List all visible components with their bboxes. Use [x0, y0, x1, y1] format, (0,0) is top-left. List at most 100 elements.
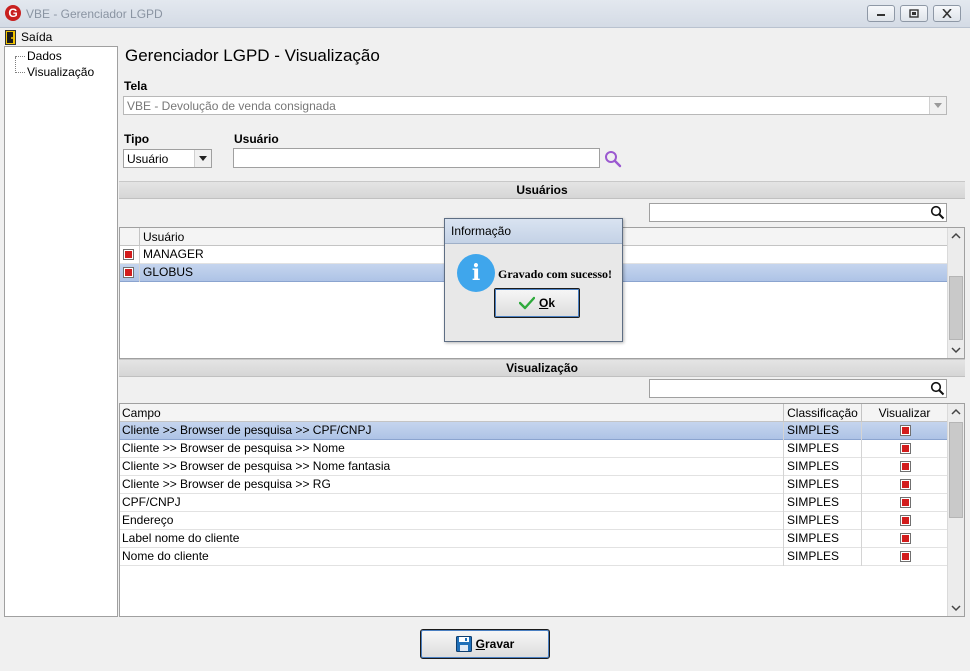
users-section-header: Usuários: [119, 181, 965, 199]
visualizar-cell: [862, 548, 948, 566]
usuario-label: Usuário: [234, 132, 279, 146]
window-title: VBE - Gerenciador LGPD: [26, 7, 163, 21]
campo-cell: Cliente >> Browser de pesquisa >> RG: [120, 476, 784, 494]
floppy-disk-icon: [455, 636, 472, 652]
exit-door-icon: [5, 29, 16, 45]
menu-exit[interactable]: Saída: [5, 28, 52, 46]
row-check-cell: [120, 246, 140, 264]
table-row[interactable]: Endereço SIMPLES: [120, 512, 948, 530]
visualizar-checkbox[interactable]: [900, 497, 911, 508]
ok-button[interactable]: Ok: [494, 288, 580, 318]
search-icon[interactable]: [930, 381, 945, 396]
classificacao-cell: SIMPLES: [784, 458, 862, 476]
scroll-thumb[interactable]: [949, 276, 963, 340]
table-row[interactable]: Label nome do cliente SIMPLES: [120, 530, 948, 548]
users-scrollbar[interactable]: [947, 228, 964, 358]
visualizar-cell: [862, 530, 948, 548]
view-filter-input[interactable]: [649, 379, 947, 398]
classificacao-cell: SIMPLES: [784, 440, 862, 458]
tipo-select[interactable]: Usuário: [123, 149, 212, 168]
menu-exit-label: Saída: [21, 30, 53, 44]
classificacao-cell: SIMPLES: [784, 512, 862, 530]
search-icon[interactable]: [930, 205, 945, 220]
campo-cell: Cliente >> Browser de pesquisa >> Nome: [120, 440, 784, 458]
campo-column-header[interactable]: Campo: [120, 404, 784, 422]
visualizar-cell: [862, 440, 948, 458]
page-title: Gerenciador LGPD - Visualização: [125, 46, 380, 65]
save-button[interactable]: Gravar: [420, 629, 550, 659]
info-icon: i: [457, 254, 495, 292]
scroll-down-icon[interactable]: [948, 599, 964, 616]
tree-item-dados[interactable]: Dados: [15, 49, 62, 63]
visualizar-checkbox[interactable]: [900, 479, 911, 490]
table-row[interactable]: Cliente >> Browser de pesquisa >> CPF/CN…: [120, 422, 948, 440]
visualizar-checkbox[interactable]: [900, 461, 911, 472]
campo-cell: CPF/CNPJ: [120, 494, 784, 512]
row-checkbox[interactable]: [123, 249, 134, 260]
row-check-cell: [120, 264, 140, 282]
campo-cell: Cliente >> Browser de pesquisa >> Nome f…: [120, 458, 784, 476]
tree-item-label: Visualização: [27, 65, 95, 79]
classificacao-cell: SIMPLES: [784, 494, 862, 512]
app-logo-icon: G: [5, 5, 21, 21]
restore-icon: [909, 9, 919, 18]
tela-select[interactable]: VBE - Devolução de venda consignada: [123, 96, 947, 115]
scroll-thumb[interactable]: [949, 422, 963, 518]
visualizar-cell: [862, 494, 948, 512]
dialog-message: Gravado com sucesso!: [498, 267, 612, 281]
visualizar-column-header[interactable]: Visualizar: [862, 404, 948, 422]
classificacao-cell: SIMPLES: [784, 530, 862, 548]
chevron-down-icon[interactable]: [194, 150, 211, 167]
ok-button-label: Ok: [538, 296, 556, 310]
classificacao-cell: SIMPLES: [784, 548, 862, 566]
checkmark-icon: [518, 296, 535, 310]
minimize-icon: [877, 14, 885, 16]
dialog-title: Informação: [445, 219, 622, 244]
menu-bar: Saída: [0, 28, 970, 46]
search-icon[interactable]: [604, 150, 622, 168]
classificacao-column-header[interactable]: Classificação: [784, 404, 862, 422]
row-checkbox[interactable]: [123, 267, 134, 278]
classificacao-cell: SIMPLES: [784, 422, 862, 440]
campo-cell: Nome do cliente: [120, 548, 784, 566]
save-button-label: Gravar: [475, 637, 515, 651]
table-row[interactable]: Cliente >> Browser de pesquisa >> Nome SI…: [120, 440, 948, 458]
tipo-select-value: Usuário: [127, 152, 169, 166]
scroll-up-icon[interactable]: [948, 228, 964, 245]
minimize-button[interactable]: [867, 5, 895, 22]
chevron-down-icon[interactable]: [929, 97, 946, 114]
visualizar-cell: [862, 512, 948, 530]
view-grid: Campo Classificação Visualizar Cliente >…: [119, 403, 965, 617]
window-title-bar: G VBE - Gerenciador LGPD: [0, 0, 970, 28]
visualizar-cell: [862, 458, 948, 476]
restore-button[interactable]: [900, 5, 928, 22]
visualizar-checkbox[interactable]: [900, 425, 911, 436]
usuario-input[interactable]: [233, 148, 600, 168]
close-icon: [942, 9, 952, 18]
scroll-up-icon[interactable]: [948, 404, 964, 421]
visualizar-checkbox[interactable]: [900, 533, 911, 544]
visualizar-cell: [862, 422, 948, 440]
tipo-label: Tipo: [124, 132, 150, 146]
visualizar-checkbox[interactable]: [900, 515, 911, 526]
tela-label: Tela: [124, 79, 148, 93]
info-dialog: Informação i Gravado com sucesso! Ok: [444, 218, 623, 342]
visualizar-checkbox[interactable]: [900, 551, 911, 562]
navigation-tree: Dados Visualização: [4, 46, 118, 617]
tela-select-value: VBE - Devolução de venda consignada: [127, 99, 336, 113]
table-row[interactable]: Cliente >> Browser de pesquisa >> Nome f…: [120, 458, 948, 476]
tree-item-visualizacao[interactable]: Visualização: [15, 65, 94, 79]
view-scrollbar[interactable]: [947, 404, 964, 616]
scroll-down-icon[interactable]: [948, 341, 964, 358]
close-button[interactable]: [933, 5, 961, 22]
users-check-column-header: [120, 228, 140, 246]
classificacao-cell: SIMPLES: [784, 476, 862, 494]
users-filter-input[interactable]: [649, 203, 947, 222]
view-grid-header: Campo Classificação Visualizar: [120, 404, 948, 422]
view-section-header: Visualização: [119, 359, 965, 377]
table-row[interactable]: Cliente >> Browser de pesquisa >> RG SIMP…: [120, 476, 948, 494]
table-row[interactable]: Nome do cliente SIMPLES: [120, 548, 948, 566]
table-row[interactable]: CPF/CNPJ SIMPLES: [120, 494, 948, 512]
visualizar-checkbox[interactable]: [900, 443, 911, 454]
tree-item-label: Dados: [27, 49, 62, 63]
